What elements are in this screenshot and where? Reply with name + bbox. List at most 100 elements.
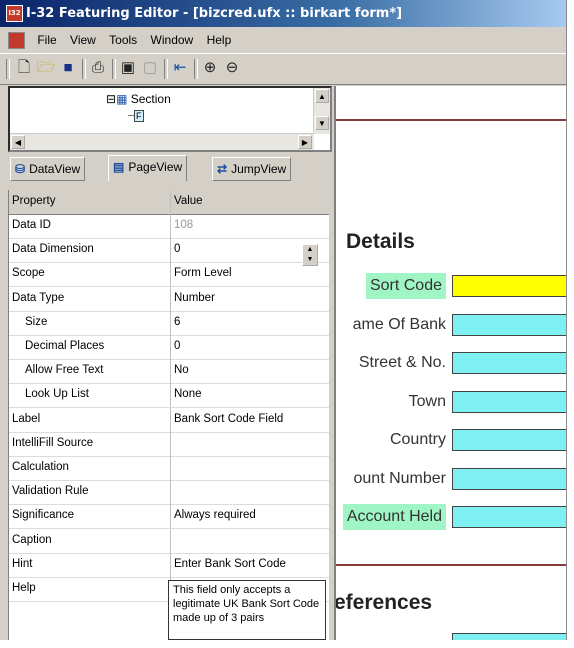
- tree-node-section[interactable]: ⊟▦ Section: [106, 92, 171, 106]
- menu-window[interactable]: Window: [146, 28, 199, 52]
- form-field-label: Town: [408, 392, 446, 410]
- property-row[interactable]: Calculation: [9, 456, 329, 481]
- property-value[interactable]: No: [174, 359, 329, 383]
- property-value[interactable]: [174, 456, 329, 480]
- menu-view[interactable]: View: [65, 28, 101, 52]
- form-input[interactable]: [452, 390, 566, 413]
- property-row[interactable]: Data ID 108: [9, 214, 329, 239]
- details-heading: Details: [346, 230, 415, 253]
- document-icon[interactable]: [8, 32, 25, 49]
- form-input[interactable]: [452, 467, 566, 490]
- property-row[interactable]: Validation Rule: [9, 480, 329, 506]
- form-field-label: ount Number: [353, 469, 447, 487]
- property-row[interactable]: Data Type Number: [9, 286, 329, 312]
- vertical-scrollbar[interactable]: ▲ ▼: [313, 88, 330, 134]
- property-value[interactable]: [174, 432, 329, 456]
- form-field-label: Country: [389, 431, 446, 448]
- preferences-heading: eferences: [334, 591, 433, 614]
- tab-jumpview[interactable]: ⇄ JumpView: [212, 157, 292, 181]
- new-icon[interactable]: 🗋: [14, 58, 34, 78]
- property-value[interactable]: Number: [174, 287, 329, 311]
- property-row[interactable]: Caption: [9, 528, 329, 554]
- window-title: I-32 Featuring Editor - [bizcred.ufx :: …: [26, 6, 403, 21]
- property-row[interactable]: Allow Free Text No: [9, 359, 329, 385]
- property-row[interactable]: Label Bank Sort Code Field: [9, 407, 329, 433]
- property-row[interactable]: Look Up List None: [9, 383, 329, 409]
- form-input[interactable]: [452, 352, 566, 374]
- jump-icon: ⇄: [217, 162, 228, 176]
- property-name: Allow Free Text: [9, 359, 171, 384]
- spin-up-icon[interactable]: ▲: [303, 245, 317, 255]
- property-value[interactable]: 6: [174, 311, 329, 335]
- zoom-in-icon[interactable]: ⊕: [200, 58, 220, 78]
- property-value[interactable]: 108: [174, 214, 329, 238]
- form-input[interactable]: [452, 429, 566, 451]
- scroll-right-icon[interactable]: ▶: [298, 135, 312, 149]
- menu-bar: File View Tools Window Help: [0, 28, 566, 52]
- column-header-value[interactable]: Value: [174, 190, 329, 214]
- paste-page-icon[interactable]: ▢: [140, 58, 160, 78]
- form-input[interactable]: [452, 633, 566, 640]
- import-icon[interactable]: ⇤: [170, 58, 190, 78]
- print-icon[interactable]: ⎙: [88, 58, 108, 78]
- column-header-property[interactable]: Property: [9, 190, 171, 214]
- property-name: Scope: [9, 262, 171, 287]
- property-value[interactable]: 0: [174, 335, 329, 359]
- sort-code-input[interactable]: [452, 275, 566, 297]
- zoom-out-icon[interactable]: ⊖: [222, 58, 242, 78]
- menu-help[interactable]: Help: [202, 28, 237, 52]
- property-name: Validation Rule: [9, 480, 171, 505]
- property-name: Data Type: [9, 286, 171, 311]
- property-value[interactable]: [174, 529, 329, 553]
- toolbar: 🗋 🗁 ■ ⎙ ▣ ▢ ⇤ ⊕ ⊖: [0, 53, 566, 85]
- horizontal-scrollbar[interactable]: ◀ ▶: [10, 133, 314, 150]
- toolbar-separator: [82, 59, 86, 79]
- form-field-label: Sort Code: [365, 273, 446, 299]
- menu-tools[interactable]: Tools: [104, 28, 142, 52]
- tab-label: DataView: [29, 162, 81, 176]
- form-canvas: Details Sort Code ame Of Bank Street & No.…: [334, 86, 566, 640]
- property-value[interactable]: Enter Bank Sort Code: [174, 553, 329, 577]
- property-value[interactable]: [174, 480, 329, 504]
- form-input[interactable]: [452, 313, 566, 336]
- title-bar: I32 I-32 Featuring Editor - [bizcred.ufx …: [0, 0, 566, 27]
- property-name: Look Up List: [9, 383, 171, 408]
- grid-header: Property Value: [9, 190, 329, 215]
- property-row[interactable]: IntelliFill Source: [9, 431, 329, 457]
- property-name: Size: [9, 310, 171, 335]
- scroll-left-icon[interactable]: ◀: [11, 135, 25, 149]
- form-input[interactable]: [452, 506, 566, 528]
- tree-node-field[interactable]: ┈ F: [128, 110, 144, 122]
- property-value[interactable]: Always required: [174, 504, 329, 528]
- property-row[interactable]: Data Dimension 0: [9, 238, 329, 264]
- toolbar-separator: [164, 59, 168, 79]
- toolbar-separator: [6, 59, 10, 79]
- tree-node-label: Section: [130, 92, 171, 106]
- property-value[interactable]: None: [174, 383, 329, 407]
- scroll-up-icon[interactable]: ▲: [315, 89, 329, 103]
- property-row[interactable]: Size 6: [9, 310, 329, 336]
- property-row[interactable]: Significance Always required: [9, 504, 329, 530]
- tab-dataview[interactable]: ⛁ DataView: [10, 157, 86, 181]
- spin-down-icon[interactable]: ▼: [303, 255, 317, 265]
- property-row[interactable]: Decimal Places 0: [9, 335, 329, 360]
- section-icon: ▦: [116, 92, 128, 106]
- copy-page-icon[interactable]: ▣: [118, 58, 138, 78]
- property-row[interactable]: Hint Enter Bank Sort Code: [9, 552, 329, 578]
- database-icon: ⛁: [15, 162, 26, 176]
- property-value[interactable]: Bank Sort Code Field: [174, 408, 329, 432]
- help-textarea[interactable]: This field only accepts a legitimate UK …: [168, 580, 326, 640]
- scroll-down-icon[interactable]: ▼: [315, 116, 329, 130]
- tab-pageview[interactable]: ▤ PageView: [108, 155, 188, 181]
- property-name: Hint: [9, 552, 171, 577]
- tree-view: ⊟▦ Section ┈ F ▲ ▼ ◀ ▶: [8, 86, 332, 152]
- app-window: I32 I-32 Featuring Editor - [bizcred.ufx …: [0, 0, 567, 640]
- page-icon: ▤: [113, 160, 125, 174]
- property-row[interactable]: Scope Form Level: [9, 262, 329, 288]
- toolbar-separator: [194, 59, 198, 79]
- menu-file[interactable]: File: [32, 28, 61, 52]
- form-field-label: ame Of Bank: [352, 315, 446, 333]
- save-icon[interactable]: ■: [58, 58, 78, 78]
- open-icon[interactable]: 🗁: [36, 58, 56, 78]
- dimension-spinner[interactable]: ▲ ▼: [302, 244, 318, 266]
